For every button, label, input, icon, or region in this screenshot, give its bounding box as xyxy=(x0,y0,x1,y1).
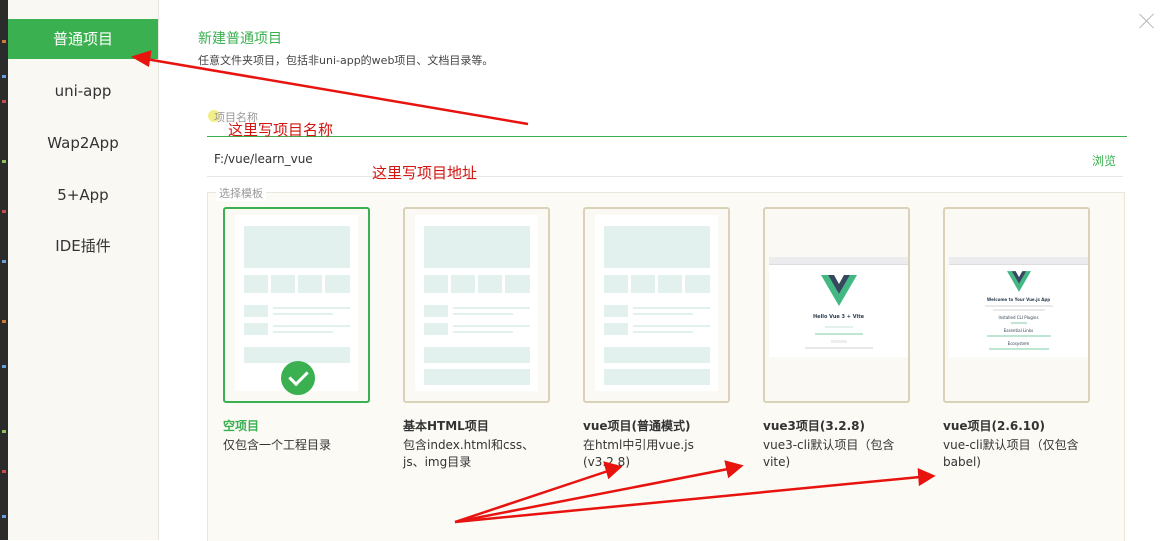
arrow-to-vue-normal-head xyxy=(603,461,623,480)
arrow-to-vue3-head xyxy=(724,460,744,479)
arrow-to-vue2-head xyxy=(917,468,936,487)
arrow-to-sidebar xyxy=(145,57,529,126)
annotation-arrows xyxy=(130,50,936,524)
arrow-to-sidebar-head xyxy=(130,50,152,67)
